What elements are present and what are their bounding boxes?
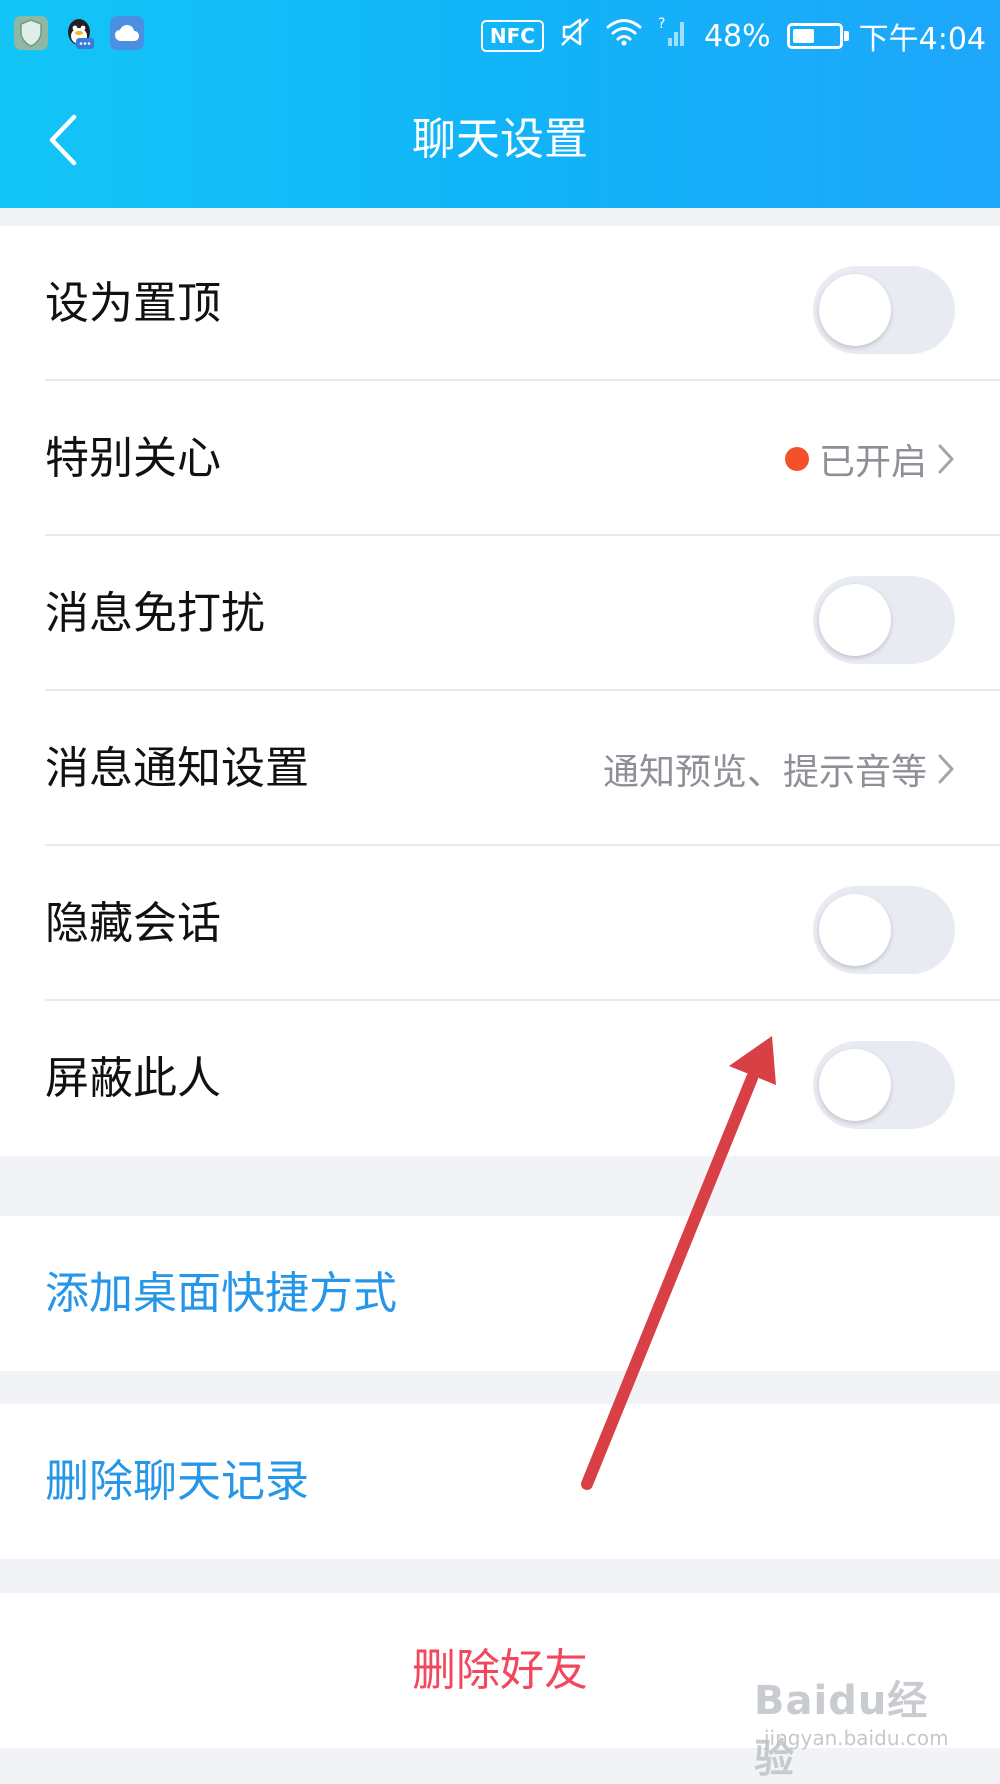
- block-user-toggle[interactable]: [813, 1041, 955, 1129]
- setting-row-pin-top: 设为置顶: [0, 226, 1000, 381]
- hide-chat-toggle[interactable]: [813, 886, 955, 974]
- setting-row-hide-chat: 隐藏会话: [0, 846, 1000, 1001]
- app-header: NFC ? 48% 下午4:04 聊天设置: [0, 0, 1000, 208]
- add-shortcut-label: 添加桌面快捷方式: [45, 1268, 397, 1319]
- setting-value: 通知预览、提示音等: [602, 751, 927, 793]
- baidu-jingyan-watermark: Baidu经验 jingyan.baidu.com: [754, 1668, 949, 1782]
- qq-icon: [62, 16, 96, 50]
- shield-icon: [14, 16, 48, 50]
- clear-history-button[interactable]: 删除聊天记录: [0, 1404, 1000, 1559]
- chevron-right-icon: [938, 444, 954, 473]
- setting-label: 隐藏会话: [45, 898, 221, 949]
- settings-card: 设为置顶 特别关心 已开启 消息免打扰 消息通知设置 通知预览、提示音等 隐藏会…: [0, 226, 1000, 1156]
- setting-label: 消息通知设置: [45, 743, 309, 794]
- special-care-value: 已开启: [784, 381, 955, 536]
- clock: 下午4:04: [858, 22, 986, 57]
- battery-percent: 48%: [703, 18, 771, 54]
- notification-value: 通知预览、提示音等: [603, 691, 955, 846]
- status-dot: [784, 446, 809, 471]
- page-title: 聊天设置: [412, 114, 588, 165]
- cloud-icon: [110, 16, 144, 50]
- notification-icons: [14, 16, 144, 50]
- toggle-knob: [819, 584, 891, 656]
- clear-history-label: 删除聊天记录: [45, 1456, 309, 1507]
- do-not-disturb-toggle[interactable]: [813, 576, 955, 664]
- system-status: NFC ? 48% 下午4:04: [480, 14, 986, 58]
- battery-level: [792, 29, 814, 43]
- watermark-url: jingyan.baidu.com: [764, 1726, 949, 1750]
- toggle-knob: [819, 894, 891, 966]
- setting-label: 设为置顶: [45, 278, 221, 329]
- setting-value: 已开启: [818, 441, 927, 483]
- nfc-icon: NFC: [480, 20, 544, 52]
- signal-icon: ?: [658, 16, 688, 56]
- toggle-knob: [819, 274, 891, 346]
- pin-top-toggle[interactable]: [813, 266, 955, 354]
- setting-row-special-care[interactable]: 特别关心 已开启: [0, 381, 1000, 536]
- battery-icon: [786, 23, 849, 49]
- status-bar: NFC ? 48% 下午4:04: [0, 0, 1000, 72]
- setting-label: 屏蔽此人: [45, 1053, 221, 1104]
- toggle-knob: [819, 1049, 891, 1121]
- setting-label: 特别关心: [45, 433, 221, 484]
- setting-row-block-user: 屏蔽此人: [0, 1001, 1000, 1156]
- add-shortcut-button[interactable]: 添加桌面快捷方式: [0, 1216, 1000, 1371]
- mute-icon: [560, 17, 590, 55]
- wifi-icon: [606, 18, 642, 54]
- svg-text:?: ?: [658, 16, 665, 32]
- chevron-right-icon: [938, 754, 954, 783]
- setting-row-do-not-disturb: 消息免打扰: [0, 536, 1000, 691]
- setting-row-notification[interactable]: 消息通知设置 通知预览、提示音等: [0, 691, 1000, 846]
- setting-label: 消息免打扰: [45, 588, 265, 639]
